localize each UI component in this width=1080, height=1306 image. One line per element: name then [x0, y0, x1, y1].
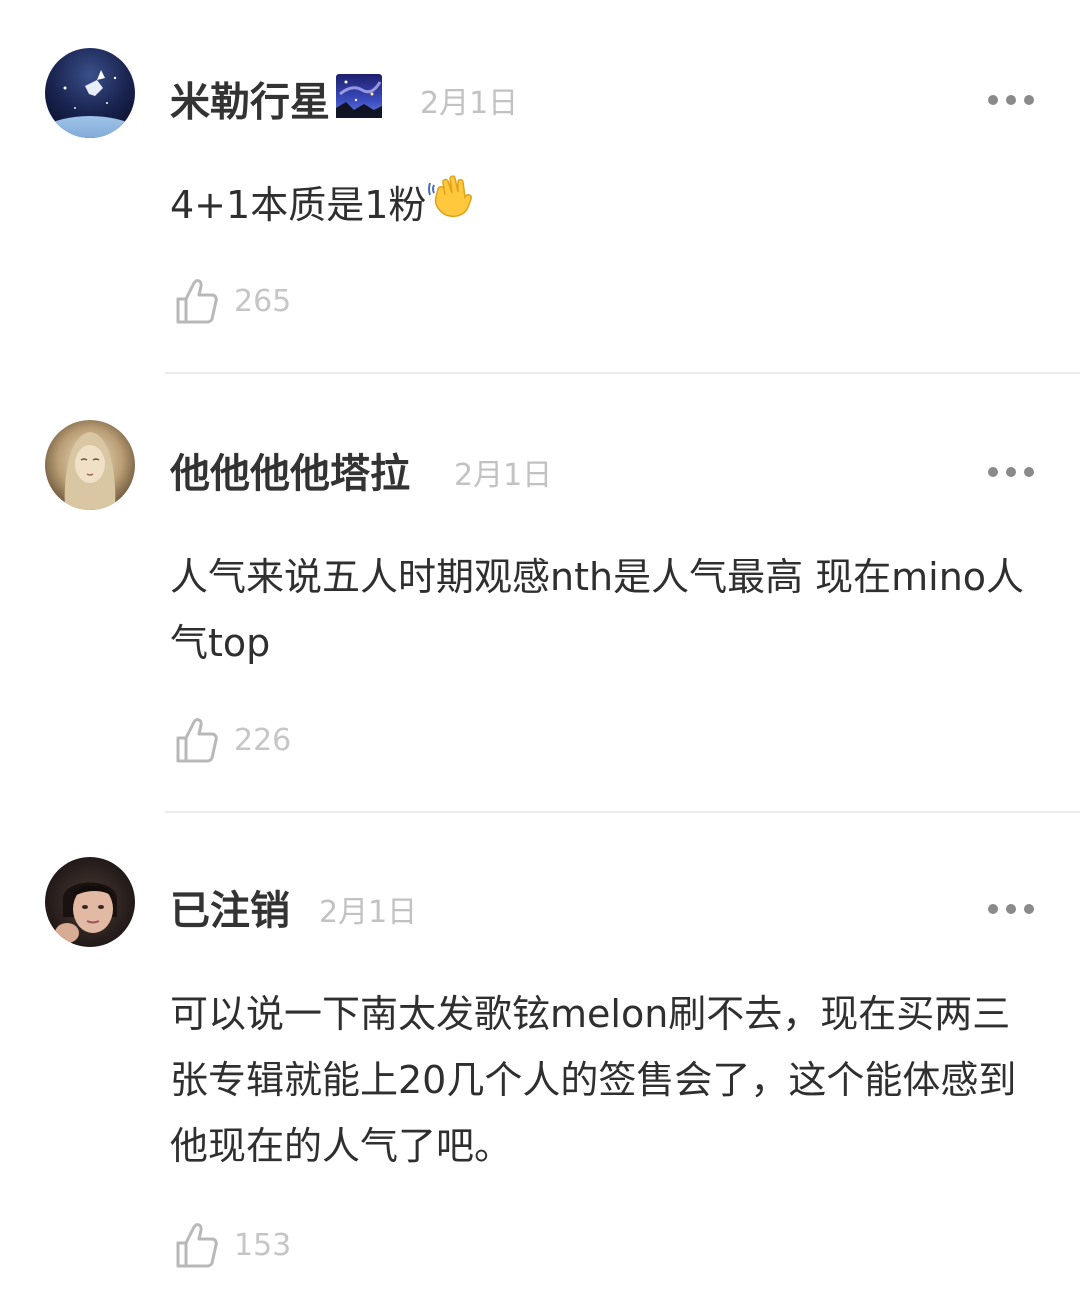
comment-text: 4+1本质是1粉 [170, 172, 1030, 243]
night-sky-emoji-icon [334, 72, 384, 131]
avatar[interactable] [45, 857, 135, 947]
thumbs-up-icon [176, 279, 218, 324]
comment-text: 人气来说五人时期观感nth是人气最高 现在mino人气top [170, 555, 1025, 665]
avatar[interactable] [45, 48, 135, 138]
comment-date: 2月1日 [454, 458, 553, 493]
like-count: 226 [234, 722, 292, 758]
thumbs-up-icon [176, 718, 218, 763]
divider [165, 372, 1080, 374]
username[interactable]: 他他他他塔拉 [170, 450, 410, 498]
more-dots-icon[interactable] [988, 462, 1034, 482]
comment-date: 2月1日 [319, 895, 418, 930]
more-dots-icon[interactable] [988, 90, 1034, 110]
like-button[interactable]: 226 [174, 715, 291, 765]
comment-text-content: 4+1本质是1粉 [170, 183, 427, 227]
username[interactable]: 米勒行星 [170, 74, 384, 131]
waving-hand-emoji-icon [428, 173, 478, 243]
thumbs-up-icon [176, 1223, 218, 1268]
username[interactable]: 已注销 [170, 887, 290, 935]
like-button[interactable]: 153 [174, 1220, 291, 1270]
like-count: 153 [234, 1227, 292, 1263]
like-count: 265 [234, 283, 292, 319]
divider [165, 811, 1080, 813]
username-text: 米勒行星 [170, 79, 330, 126]
comment-date: 2月1日 [420, 86, 519, 121]
avatar[interactable] [45, 420, 135, 510]
comment-text: 可以说一下南太发歌铉melon刷不去，现在买两三张专辑就能上20几个人的签售会了… [170, 992, 1017, 1168]
more-dots-icon[interactable] [988, 899, 1034, 919]
like-button[interactable]: 265 [174, 276, 291, 326]
